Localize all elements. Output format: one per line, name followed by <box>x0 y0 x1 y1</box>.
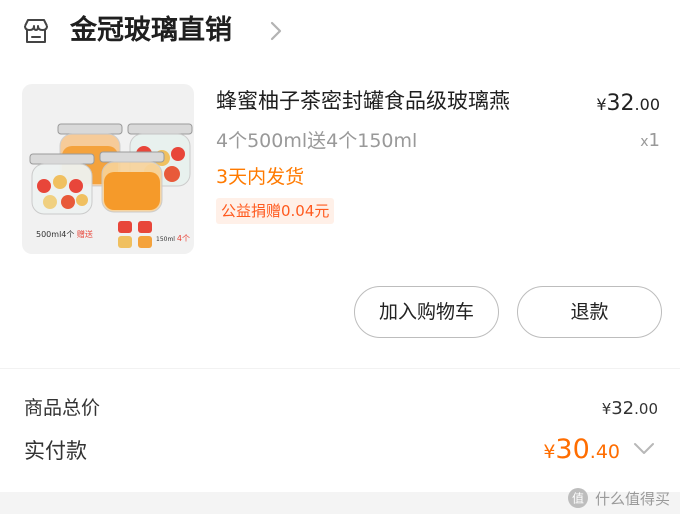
shop-name[interactable]: 金冠玻璃直销 <box>70 12 232 50</box>
image-caption-left: 500ml4个 赠送 <box>36 230 93 239</box>
product-title[interactable]: 蜂蜜柚子茶密封罐食品级玻璃燕 <box>216 86 510 116</box>
product-price: ¥32.00 <box>596 91 660 116</box>
smzdm-logo-icon: 值 <box>567 488 588 508</box>
image-caption-right: 150ml 4个 <box>156 234 190 243</box>
shop-header[interactable]: 金冠玻璃直销 <box>0 0 680 62</box>
product-spec: 4个500ml送4个150ml <box>216 130 418 152</box>
chevron-down-icon[interactable] <box>632 440 656 458</box>
paid-amount-label: 实付款 <box>24 439 87 463</box>
shipping-note: 3天内发货 <box>216 166 305 188</box>
refund-button[interactable]: 退款 <box>517 286 662 338</box>
charity-badge: 公益捐赠0.04元 <box>216 198 335 224</box>
product-quantity: x1 <box>640 130 660 151</box>
total-price-value: ¥32.00 <box>601 398 658 419</box>
svg-text:值: 值 <box>572 491 584 506</box>
paid-amount-value: ¥30.40 <box>543 434 620 465</box>
divider <box>0 368 680 369</box>
store-icon <box>24 19 48 43</box>
chevron-right-icon[interactable] <box>265 18 287 44</box>
add-to-cart-button[interactable]: 加入购物车 <box>354 286 499 338</box>
total-price-label: 商品总价 <box>24 397 101 419</box>
watermark: 值 什么值得买 <box>567 486 670 510</box>
product-image[interactable]: 500ml4个 赠送 150ml 4个 <box>22 84 194 254</box>
